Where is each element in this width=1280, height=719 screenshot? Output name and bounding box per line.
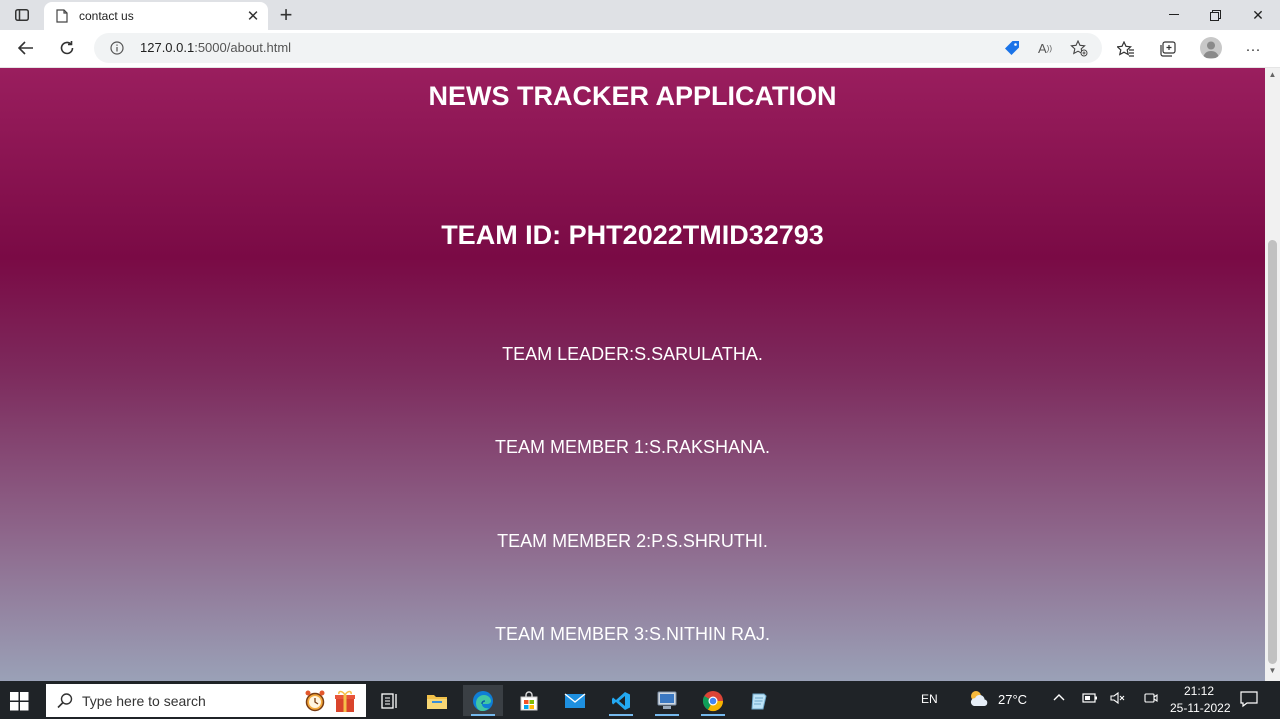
search-icon xyxy=(56,692,74,710)
scroll-down-icon[interactable]: ▼ xyxy=(1265,666,1280,678)
mute-icon[interactable] xyxy=(1110,691,1126,708)
refresh-icon[interactable] xyxy=(54,37,80,59)
scroll-thumb[interactable] xyxy=(1268,240,1277,664)
vertical-scrollbar[interactable]: ▲ ▼ xyxy=(1265,68,1280,681)
taskbar: Type here to search EN 27°C 21:12 25-11-… xyxy=(0,681,1280,719)
read-aloud-icon[interactable]: A)) xyxy=(1035,39,1055,57)
alarm-clock-icon xyxy=(304,689,326,713)
favorites-icon[interactable] xyxy=(1115,38,1137,60)
url-text[interactable]: 127.0.0.1:5000/about.html xyxy=(140,40,291,55)
plus-icon[interactable]: + xyxy=(276,3,296,27)
clock-time[interactable]: 21:12 xyxy=(1184,684,1214,698)
profile-icon[interactable] xyxy=(1200,37,1222,59)
page-icon xyxy=(56,9,68,23)
window-close-icon[interactable]: ✕ xyxy=(1245,6,1271,24)
scroll-up-icon[interactable]: ▲ xyxy=(1265,70,1280,82)
tab-title: contact us xyxy=(79,9,134,23)
gift-icon xyxy=(334,689,356,713)
tag-icon[interactable] xyxy=(1002,39,1022,57)
team-id: TEAM ID: PHT2022TMID32793 xyxy=(441,220,824,250)
search-placeholder: Type here to search xyxy=(82,693,206,709)
file-explorer-icon[interactable] xyxy=(417,685,457,716)
weather-icon[interactable] xyxy=(968,688,990,710)
vscode-icon[interactable] xyxy=(601,685,641,716)
page-title: NEWS TRACKER APPLICATION xyxy=(428,81,837,111)
close-icon[interactable]: ✕ xyxy=(244,7,262,25)
team-member: TEAM MEMBER 3:S.NITHIN RAJ. xyxy=(494,624,771,644)
language-indicator[interactable]: EN xyxy=(921,692,938,706)
chevron-up-icon[interactable] xyxy=(1052,691,1066,708)
mail-icon[interactable] xyxy=(555,685,595,716)
tab-actions-icon[interactable] xyxy=(8,5,36,25)
windows-icon[interactable] xyxy=(8,690,32,712)
more-icon[interactable]: ··· xyxy=(1242,38,1264,60)
team-member: TEAM MEMBER 2:P.S.SHRUTHI. xyxy=(497,531,768,551)
tab-strip: contact us ✕ + ✕ xyxy=(0,0,1280,30)
computer-icon[interactable] xyxy=(647,685,687,716)
edge-icon[interactable] xyxy=(463,685,503,716)
minimize-icon[interactable] xyxy=(1161,6,1187,24)
team-member: TEAM MEMBER 1:S.RAKSHANA. xyxy=(494,437,771,457)
temperature[interactable]: 27°C xyxy=(998,692,1027,707)
clock-date[interactable]: 25-11-2022 xyxy=(1170,701,1231,715)
browser-tab[interactable]: contact us ✕ xyxy=(44,2,268,30)
task-view-icon[interactable] xyxy=(370,685,410,716)
notification-icon[interactable] xyxy=(1240,690,1258,711)
restore-icon[interactable] xyxy=(1202,6,1228,24)
store-icon[interactable] xyxy=(509,685,549,716)
search-input[interactable]: Type here to search xyxy=(46,684,366,717)
navigation-bar: 127.0.0.1:5000/about.html A)) ··· xyxy=(0,30,1280,68)
meet-now-icon[interactable] xyxy=(1143,691,1159,708)
notepad-icon[interactable] xyxy=(739,685,779,716)
info-icon[interactable] xyxy=(110,41,124,55)
page-content: NEWS TRACKER APPLICATION TEAM ID: PHT202… xyxy=(0,68,1265,681)
add-favorite-icon[interactable] xyxy=(1069,39,1089,57)
collections-icon[interactable] xyxy=(1157,38,1179,60)
back-icon[interactable] xyxy=(13,37,39,59)
chrome-icon[interactable] xyxy=(693,685,733,716)
battery-icon[interactable] xyxy=(1082,691,1098,708)
address-bar[interactable]: 127.0.0.1:5000/about.html A)) xyxy=(94,33,1102,63)
team-leader: TEAM LEADER:S.SARULATHA. xyxy=(502,344,763,364)
